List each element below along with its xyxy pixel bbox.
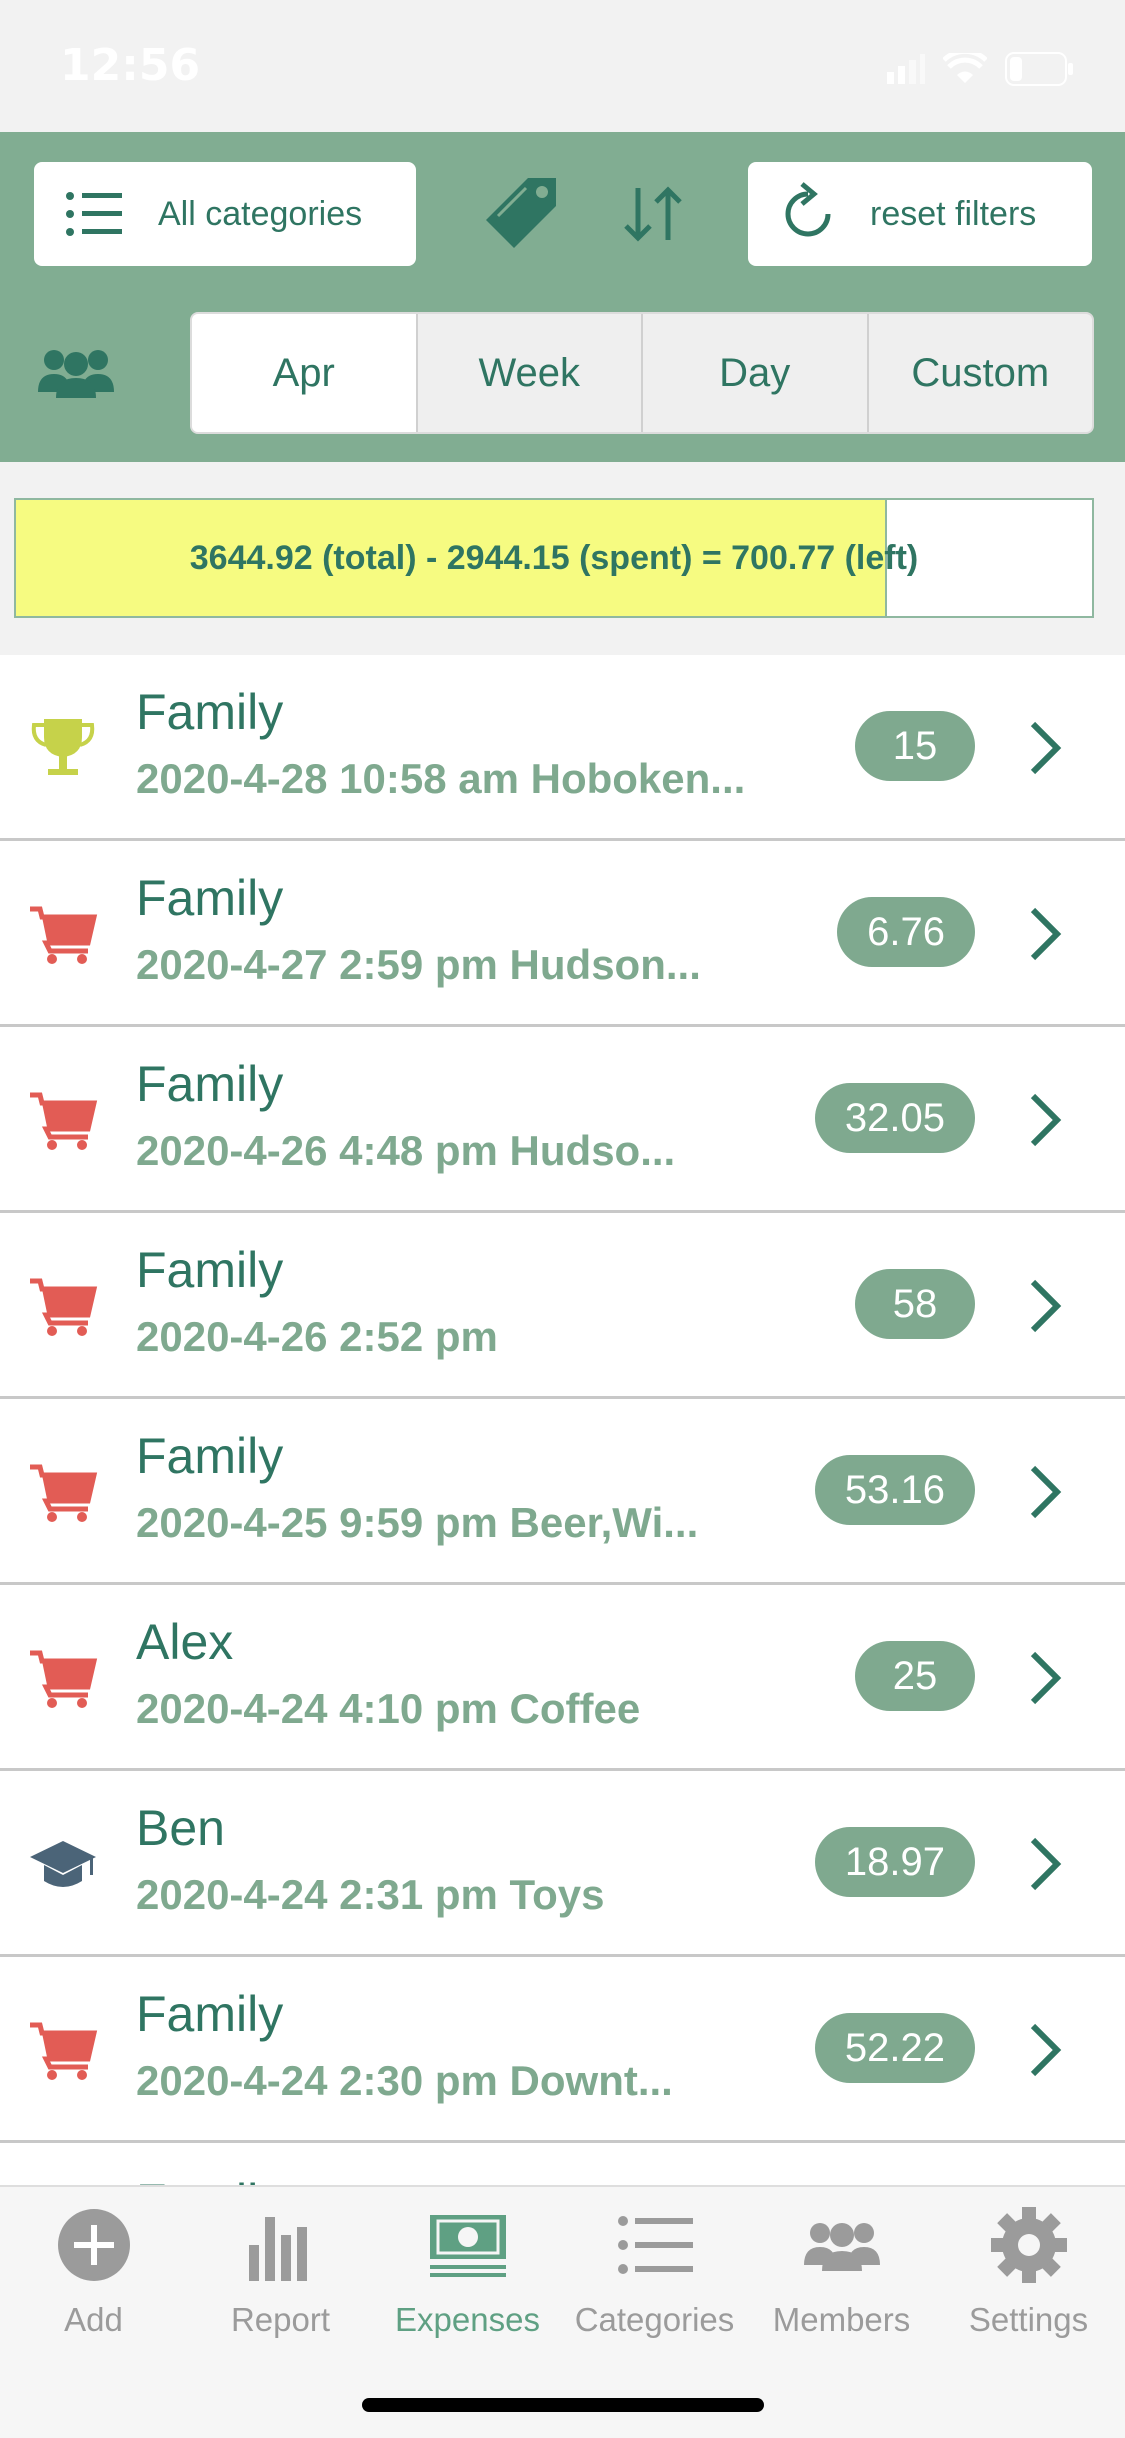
reset-filters-label: reset filters <box>870 194 1037 233</box>
tag-icon[interactable] <box>478 170 564 256</box>
tab-add[interactable]: Add <box>0 2205 187 2339</box>
expense-member: Family <box>136 1056 284 1112</box>
tab-members-label: Members <box>772 2301 911 2338</box>
expense-member: Family <box>136 1428 284 1484</box>
expense-details: 2020-4-26 2:52 pm <box>136 1313 498 1360</box>
budget-summary-text: 3644.92 (total) - 2944.15 (spent) = 700.… <box>189 538 919 577</box>
chevron-right-icon[interactable] <box>1025 1836 1065 1892</box>
period-tab-apr[interactable]: Apr <box>192 314 418 432</box>
cart-icon <box>28 2015 98 2085</box>
expense-member: Family <box>136 870 284 926</box>
expense-amount-badge: 52.22 <box>814 2013 975 2083</box>
gear-icon <box>990 2207 1067 2283</box>
tab-expenses[interactable]: Expenses <box>374 2205 561 2339</box>
expense-amount-badge: 15 <box>855 711 975 781</box>
expense-amount-badge: 32.05 <box>814 1083 975 1153</box>
signal-icon <box>887 54 925 84</box>
all-categories-button[interactable]: All categories <box>34 162 416 266</box>
cart-icon <box>28 1271 98 1341</box>
period-tab-custom[interactable]: Custom <box>869 314 1093 432</box>
cart-icon <box>28 1085 98 1155</box>
members-filter-icon[interactable] <box>36 342 116 402</box>
list-icon <box>66 192 122 236</box>
wifi-icon <box>943 53 987 83</box>
money-icon <box>429 2215 506 2277</box>
expense-details: 2020-4-24 4:10 pm Coffee <box>136 1685 641 1732</box>
bar-chart-icon <box>248 2217 307 2281</box>
all-categories-label: All categories <box>158 194 363 233</box>
expense-details: 2020-4-27 2:59 pm Hudson... <box>136 941 701 988</box>
expense-list[interactable]: Family 2020-4-28 10:58 am Hoboken... 15 Fam… <box>0 655 1125 2185</box>
chevron-right-icon[interactable] <box>1025 720 1065 776</box>
expense-row[interactable]: Family 2020-4-24 2:30 pm Downt... 52.22 <box>0 1957 1125 2143</box>
expense-row[interactable]: Family 2020-4-26 2:52 pm 58 <box>0 1213 1125 1399</box>
chevron-right-icon[interactable] <box>1025 1464 1065 1520</box>
tab-categories-label: Categories <box>574 2301 735 2338</box>
status-bar: 12:56 <box>0 0 1125 132</box>
expense-amount-badge: 25 <box>855 1641 975 1711</box>
expense-row[interactable]: Family 2020-4-26 4:48 pm Hudso... 32.05 <box>0 1027 1125 1213</box>
expense-row[interactable]: Family 2020-4-25 9:59 pm Beer,Wi... 53.16 <box>0 1399 1125 1585</box>
expense-row[interactable]: Family 2020-4-27 2:59 pm Hudson... 6.76 <box>0 841 1125 1027</box>
cart-icon <box>28 1457 98 1527</box>
graduation-cap-icon <box>28 1829 98 1899</box>
expense-row[interactable]: Alex 2020-4-24 4:10 pm Coffee 25 <box>0 1585 1125 1771</box>
status-time: 12:56 <box>60 40 201 91</box>
expense-amount-badge: 58 <box>855 1269 975 1339</box>
tab-add-label: Add <box>64 2301 123 2338</box>
tab-report[interactable]: Report <box>187 2205 374 2339</box>
home-indicator <box>362 2398 764 2412</box>
list-icon <box>617 2216 693 2274</box>
expense-member: Alex <box>136 1614 234 1670</box>
cart-icon <box>28 1643 98 1713</box>
tab-report-label: Report <box>230 2301 331 2338</box>
period-tab-week[interactable]: Week <box>418 314 643 432</box>
tab-settings[interactable]: Settings <box>935 2205 1122 2339</box>
chevron-right-icon[interactable] <box>1025 1092 1065 1148</box>
expense-member: Family <box>136 1242 284 1298</box>
expense-details: 2020-4-28 10:58 am Hoboken... <box>136 755 746 802</box>
expense-member: Family <box>136 1986 284 2042</box>
expense-member: Family <box>136 2173 283 2185</box>
tab-settings-label: Settings <box>968 2301 1089 2338</box>
cart-icon <box>28 899 98 969</box>
tab-categories[interactable]: Categories <box>561 2205 748 2339</box>
budget-progress-bar: 3644.92 (total) - 2944.15 (spent) = 700.… <box>14 498 1094 618</box>
period-segmented-control: Apr Week Day Custom <box>190 312 1094 434</box>
expense-member: Family <box>136 684 284 740</box>
period-tab-day[interactable]: Day <box>643 314 869 432</box>
reset-filters-button[interactable]: reset filters <box>748 162 1092 266</box>
expense-amount-badge: 18.97 <box>814 1827 975 1897</box>
sort-icon[interactable] <box>622 184 686 244</box>
expense-row[interactable]: Family 2020-4-28 10:58 am Hoboken... 15 <box>0 655 1125 841</box>
expense-row-partial[interactable]: Family <box>0 2143 1125 2185</box>
expense-details: 2020-4-26 4:48 pm Hudso... <box>136 1127 676 1174</box>
refresh-icon <box>785 182 831 237</box>
expense-amount-badge: 6.76 <box>837 897 975 967</box>
trophy-icon <box>28 713 98 783</box>
chevron-right-icon[interactable] <box>1025 2022 1065 2078</box>
tab-expenses-label: Expenses <box>395 2301 540 2338</box>
tab-members[interactable]: Members <box>748 2205 935 2339</box>
add-circle-icon <box>57 2209 130 2281</box>
battery-icon <box>1005 52 1073 86</box>
expense-details: 2020-4-24 2:30 pm Downt... <box>136 2057 673 2104</box>
status-icons <box>885 52 1075 86</box>
expense-details: 2020-4-24 2:31 pm Toys <box>136 1871 605 1918</box>
members-icon <box>803 2223 880 2271</box>
expense-details: 2020-4-25 9:59 pm Beer,Wi... <box>136 1499 699 1546</box>
expense-amount-badge: 53.16 <box>814 1455 975 1525</box>
chevron-right-icon[interactable] <box>1025 1650 1065 1706</box>
chevron-right-icon[interactable] <box>1025 906 1065 962</box>
chevron-right-icon[interactable] <box>1025 1278 1065 1334</box>
expense-row[interactable]: Ben 2020-4-24 2:31 pm Toys 18.97 <box>0 1771 1125 1957</box>
expense-member: Ben <box>136 1800 225 1856</box>
